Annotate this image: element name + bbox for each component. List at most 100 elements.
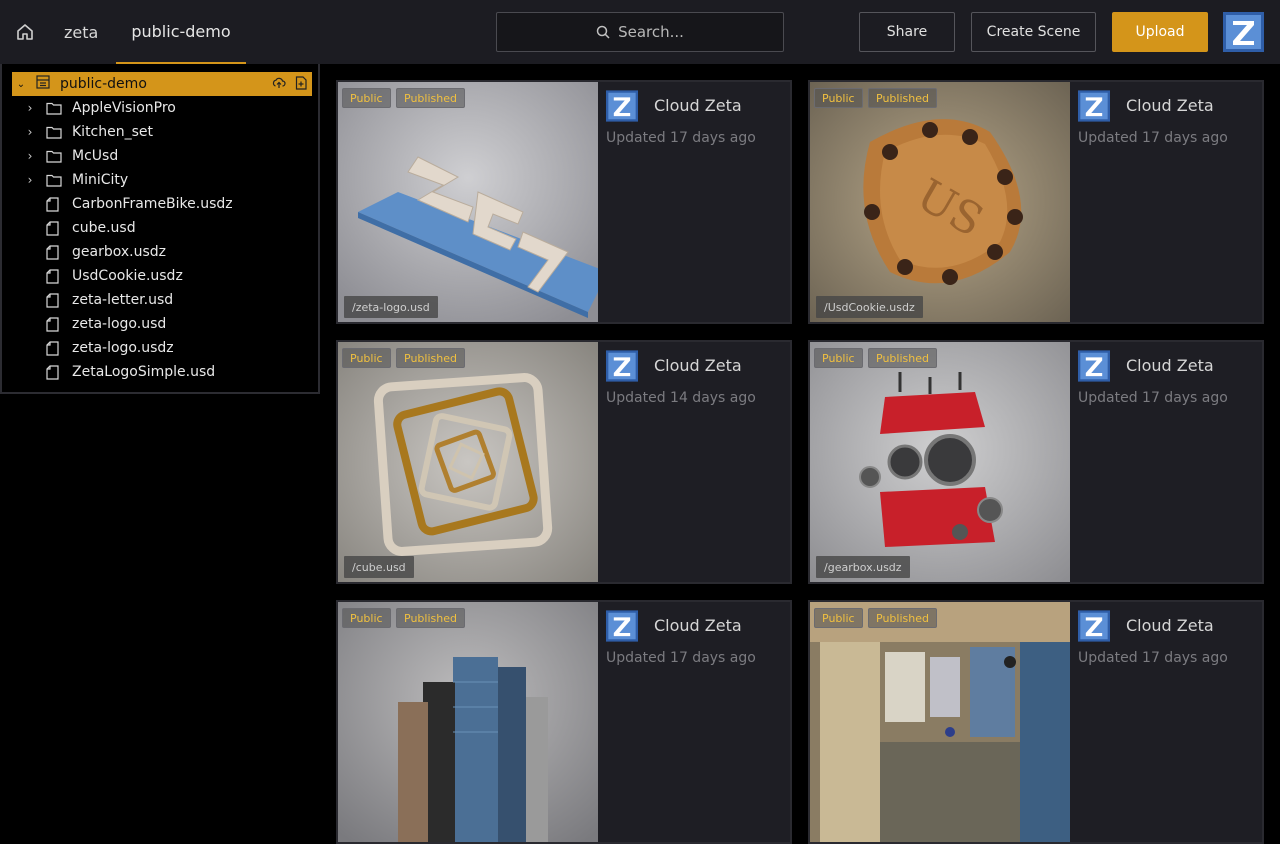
scene-path: /UsdCookie.usdz	[816, 296, 923, 318]
public-badge: Public	[814, 88, 863, 108]
tree-file[interactable]: zeta-logo.usd	[22, 312, 166, 336]
owner-logo-icon	[1078, 90, 1110, 122]
updated-time: Updated 14 days ago	[606, 390, 756, 406]
chevron-right-icon[interactable]: ›	[22, 125, 38, 139]
updated-time: Updated 17 days ago	[1078, 650, 1228, 666]
public-badge: Public	[342, 88, 391, 108]
public-badge: Public	[342, 608, 391, 628]
published-badge: Published	[396, 608, 465, 628]
scene-thumbnail[interactable]: US Public Published/UsdCookie.usdz	[810, 82, 1070, 322]
file-icon	[46, 196, 64, 212]
scene-thumbnail[interactable]: Public Published/gearbox.usdz	[810, 342, 1070, 582]
create-scene-button[interactable]: Create Scene	[971, 12, 1096, 52]
search-placeholder: Search...	[618, 23, 684, 41]
search-icon	[596, 25, 610, 39]
scene-thumbnail[interactable]: Public Published/cube.usd	[338, 342, 598, 582]
tree-folder-label: McUsd	[72, 148, 119, 164]
breadcrumb-zeta[interactable]: zeta	[64, 0, 98, 64]
published-badge: Published	[868, 88, 937, 108]
scene-thumbnail[interactable]: Public Published	[338, 602, 598, 842]
chevron-right-icon[interactable]: ›	[22, 101, 38, 115]
owner-logo-icon	[606, 610, 638, 642]
upload-button[interactable]: Upload	[1112, 12, 1208, 52]
scene-card[interactable]: Public Published Cloud Zeta Updated 17 days…	[808, 600, 1264, 844]
tree-file[interactable]: UsdCookie.usdz	[22, 264, 183, 288]
file-icon	[46, 364, 64, 380]
folder-icon	[46, 149, 64, 163]
tree-folder[interactable]: › MiniCity	[22, 168, 129, 192]
scene-thumbnail[interactable]: Public Published/zeta-logo.usd	[338, 82, 598, 322]
tree-root-public-demo[interactable]: ⌄ public-demo	[12, 72, 312, 96]
owner-name: Cloud Zeta	[1126, 356, 1214, 375]
file-tree: ⌄ public-demo › AppleVisionPro › Kitchen_se…	[0, 64, 320, 394]
public-badge: Public	[814, 348, 863, 368]
tree-folder[interactable]: › McUsd	[22, 144, 119, 168]
scene-path: /cube.usd	[344, 556, 414, 578]
file-icon	[46, 220, 64, 236]
published-badge: Published	[396, 88, 465, 108]
file-icon	[46, 316, 64, 332]
tree-file[interactable]: gearbox.usdz	[22, 240, 166, 264]
scene-card[interactable]: Public Published/zeta-logo.usd Cloud Zeta U…	[336, 80, 792, 324]
share-button[interactable]: Share	[859, 12, 955, 52]
updated-time: Updated 17 days ago	[606, 650, 756, 666]
public-badge: Public	[342, 348, 391, 368]
owner-name: Cloud Zeta	[654, 616, 742, 635]
published-badge: Published	[868, 348, 937, 368]
owner-name: Cloud Zeta	[1126, 616, 1214, 635]
breadcrumb-public-demo[interactable]: public-demo	[116, 0, 246, 64]
tree-file-label: zeta-letter.usd	[72, 292, 174, 308]
project-icon	[36, 75, 50, 93]
top-bar: zeta public-demo Search... Share Create …	[0, 0, 1280, 64]
tree-folder-label: MiniCity	[72, 172, 129, 188]
file-icon	[46, 292, 64, 308]
tree-folder[interactable]: › AppleVisionPro	[22, 96, 176, 120]
tree-folder-label: Kitchen_set	[72, 124, 154, 140]
new-file-icon[interactable]	[294, 76, 308, 90]
scene-card[interactable]: Public Published Cloud Zeta Updated 17 days…	[336, 600, 792, 844]
chevron-right-icon[interactable]: ›	[22, 149, 38, 163]
updated-time: Updated 17 days ago	[606, 130, 756, 146]
folder-icon	[46, 101, 64, 115]
tree-file-label: gearbox.usdz	[72, 244, 166, 260]
tree-folder-label: AppleVisionPro	[72, 100, 176, 116]
home-icon[interactable]	[12, 18, 38, 46]
published-badge: Published	[396, 348, 465, 368]
tree-folder[interactable]: › Kitchen_set	[22, 120, 153, 144]
scene-card[interactable]: Public Published/cube.usd Cloud Zeta Update…	[336, 340, 792, 584]
folder-icon	[46, 125, 64, 139]
tree-file[interactable]: cube.usd	[22, 216, 136, 240]
owner-logo-icon	[1078, 350, 1110, 382]
chevron-down-icon[interactable]: ⌄	[12, 79, 30, 90]
tree-file[interactable]: zeta-logo.usdz	[22, 336, 174, 360]
scene-card[interactable]: US Public Published/UsdCookie.usdz Cloud Ze…	[808, 80, 1264, 324]
tree-file[interactable]: ZetaLogoSimple.usd	[22, 360, 215, 384]
updated-time: Updated 17 days ago	[1078, 130, 1228, 146]
chevron-right-icon[interactable]: ›	[22, 173, 38, 187]
tree-root-label: public-demo	[60, 76, 147, 92]
owner-logo-icon	[1078, 610, 1110, 642]
tree-file-label: cube.usd	[72, 220, 136, 236]
updated-time: Updated 17 days ago	[1078, 390, 1228, 406]
folder-icon	[46, 173, 64, 187]
avatar[interactable]	[1223, 12, 1264, 52]
scene-path: /gearbox.usdz	[816, 556, 910, 578]
tree-file-label: ZetaLogoSimple.usd	[72, 364, 216, 380]
file-icon	[46, 268, 64, 284]
owner-name: Cloud Zeta	[654, 356, 742, 375]
tree-file[interactable]: CarbonFrameBike.usdz	[22, 192, 233, 216]
scene-card[interactable]: Public Published/gearbox.usdz Cloud Zeta Up…	[808, 340, 1264, 584]
owner-name: Cloud Zeta	[1126, 96, 1214, 115]
owner-logo-icon	[606, 90, 638, 122]
scene-thumbnail[interactable]: Public Published	[810, 602, 1070, 842]
file-icon	[46, 340, 64, 356]
tree-file-label: zeta-logo.usdz	[72, 340, 174, 356]
owner-logo-icon	[606, 350, 638, 382]
public-badge: Public	[814, 608, 863, 628]
published-badge: Published	[868, 608, 937, 628]
search-input[interactable]: Search...	[496, 12, 784, 52]
tree-file[interactable]: zeta-letter.usd	[22, 288, 173, 312]
owner-name: Cloud Zeta	[654, 96, 742, 115]
tree-file-label: zeta-logo.usd	[72, 316, 167, 332]
cloud-upload-icon[interactable]	[272, 76, 286, 90]
